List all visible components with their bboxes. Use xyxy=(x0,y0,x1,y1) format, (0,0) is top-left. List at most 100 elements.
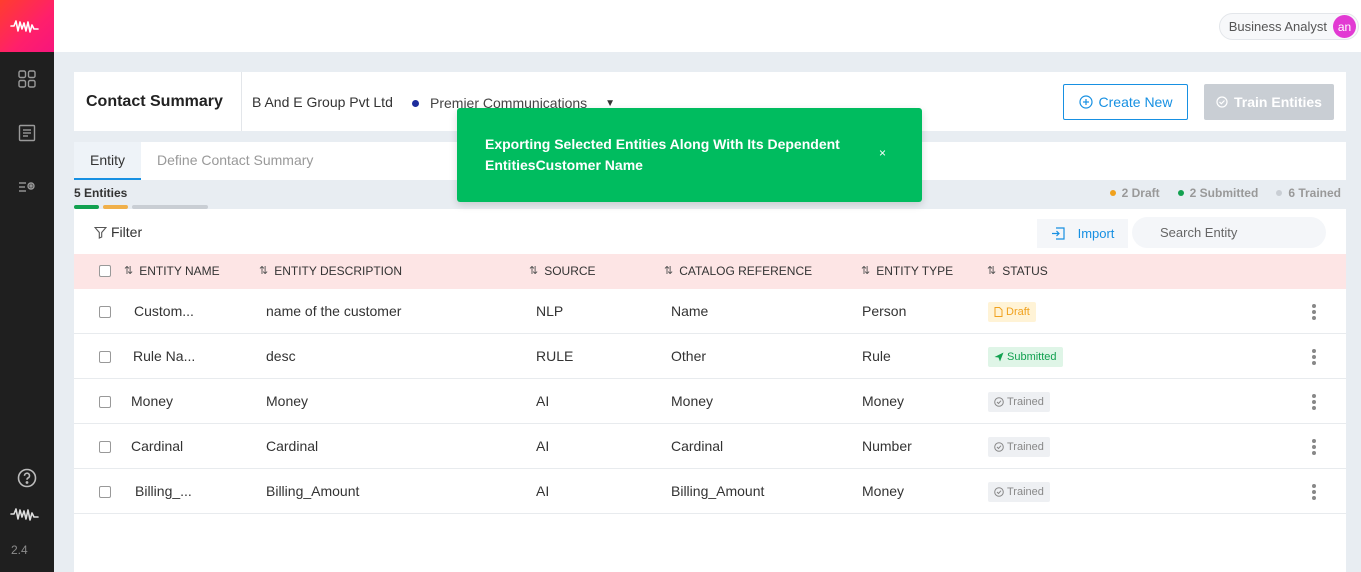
import-button[interactable]: Import xyxy=(1037,219,1128,248)
user-role: Business Analyst xyxy=(1228,19,1327,34)
status-badge: Submitted xyxy=(988,347,1063,367)
chevron-down-icon[interactable]: ▼ xyxy=(605,98,615,109)
train-entities-button[interactable]: Train Entities xyxy=(1204,84,1334,120)
row-checkbox[interactable] xyxy=(99,396,111,408)
cell-catalog: Cardinal xyxy=(671,438,724,454)
col-entity-type[interactable]: ⇅ ENTITY TYPE xyxy=(861,254,953,289)
row-checkbox[interactable] xyxy=(99,351,111,363)
sort-icon: ⇅ xyxy=(259,265,269,277)
cell-entity-name[interactable]: Billing_... xyxy=(135,469,192,514)
company-name: B And E Group Pvt Ltd xyxy=(252,94,393,110)
table-row[interactable]: Rule Na... desc RULE Other Rule Submitte… xyxy=(74,334,1346,379)
cell-catalog: Other xyxy=(671,348,707,364)
col-entity-name-label: ENTITY NAME xyxy=(139,264,220,278)
table-row[interactable]: Money Money AI Money Money Trained xyxy=(74,379,1346,424)
filter-icon xyxy=(94,226,107,239)
help-icon[interactable] xyxy=(0,466,54,490)
dashboard-grid-icon[interactable] xyxy=(0,67,54,91)
table-header: ⇅ ENTITY NAME ⇅ ENTITY DESCRIPTION ⇅ SOURCE… xyxy=(74,254,1346,289)
row-menu-icon[interactable] xyxy=(1307,347,1321,367)
row-menu-icon[interactable] xyxy=(1307,392,1321,412)
toast-message: Exporting Selected Entities Along With I… xyxy=(485,136,840,173)
create-new-label: Create New xyxy=(1098,94,1173,110)
col-source[interactable]: ⇅ SOURCE xyxy=(529,254,596,289)
row-menu-icon[interactable] xyxy=(1307,302,1321,322)
brand-wave-icon xyxy=(0,502,54,526)
table-row[interactable]: Billing_... Billing_Amount AI Billing_Am… xyxy=(74,469,1346,514)
cell-entity-name[interactable]: Cardinal xyxy=(131,424,183,469)
cell-type: Money xyxy=(862,483,905,499)
tab-define-contact-summary[interactable]: Define Contact Summary xyxy=(141,142,329,180)
row-menu-icon[interactable] xyxy=(1307,437,1321,457)
cell-entity-name[interactable]: Custom... xyxy=(134,289,194,334)
cell-source: AI xyxy=(536,393,550,409)
table-row[interactable]: Cardinal Cardinal AI Cardinal Number Tra… xyxy=(74,424,1346,469)
cell-entity-name[interactable]: Rule Na... xyxy=(133,334,195,379)
legend-trained-label: 6 Trained xyxy=(1288,186,1341,200)
sort-icon: ⇅ xyxy=(529,265,539,277)
app-logo-icon[interactable] xyxy=(0,0,54,52)
legend-submitted: 2 Submitted xyxy=(1177,186,1259,200)
avatar[interactable]: an xyxy=(1333,15,1356,38)
status-label: Trained xyxy=(1007,396,1044,408)
row-menu-icon[interactable] xyxy=(1307,482,1321,502)
col-catalog-reference-label: CATALOG REFERENCE xyxy=(679,264,813,278)
status-badge: Trained xyxy=(988,392,1050,412)
status-label: Trained xyxy=(1007,486,1044,498)
legend-trained: 6 Trained xyxy=(1276,186,1341,200)
row-checkbox[interactable] xyxy=(99,441,111,453)
settings-list-icon[interactable] xyxy=(0,175,54,199)
row-checkbox[interactable] xyxy=(99,486,111,498)
check-circle-icon xyxy=(994,397,1004,407)
filter-label: Filter xyxy=(111,224,143,240)
top-bar: Business Analyst an xyxy=(54,0,1361,52)
user-menu[interactable]: Business Analyst an xyxy=(1218,13,1359,40)
search-input[interactable] xyxy=(1132,217,1326,248)
table-row[interactable]: Custom... name of the customer NLP Name … xyxy=(74,289,1346,334)
col-entity-name[interactable]: ⇅ ENTITY NAME xyxy=(124,254,220,289)
cell-source: RULE xyxy=(536,348,574,364)
tab-entity[interactable]: Entity xyxy=(74,142,142,180)
cell-catalog: Money xyxy=(671,393,714,409)
send-icon xyxy=(994,352,1004,362)
cell-type: Money xyxy=(862,393,905,409)
cell-type: Person xyxy=(862,303,907,319)
import-label: Import xyxy=(1077,226,1115,241)
document-icon[interactable] xyxy=(0,121,54,145)
cell-source: AI xyxy=(536,483,550,499)
page-title: Contact Summary xyxy=(86,93,223,110)
cell-catalog: Name xyxy=(671,303,709,319)
create-new-button[interactable]: Create New xyxy=(1063,84,1188,120)
legend-submitted-label: 2 Submitted xyxy=(1189,186,1259,200)
cell-description: Cardinal xyxy=(266,438,319,454)
cell-description: name of the customer xyxy=(266,303,402,319)
plus-circle-icon xyxy=(1078,95,1093,109)
col-status[interactable]: ⇅ STATUS xyxy=(987,254,1048,289)
check-circle-icon xyxy=(1216,96,1228,108)
train-entities-label: Train Entities xyxy=(1234,94,1322,110)
sort-icon: ⇅ xyxy=(124,265,134,277)
app-version: 2.4 xyxy=(11,543,28,557)
cell-entity-name[interactable]: Money xyxy=(131,379,173,424)
cell-source: AI xyxy=(536,438,550,454)
sort-icon: ⇅ xyxy=(861,265,871,277)
row-checkbox[interactable] xyxy=(99,306,111,318)
col-source-label: SOURCE xyxy=(544,264,596,278)
cell-description: desc xyxy=(266,348,296,364)
col-entity-description-label: ENTITY DESCRIPTION xyxy=(274,264,403,278)
cell-source: NLP xyxy=(536,303,564,319)
cell-description: Money xyxy=(266,393,309,409)
status-badge: Trained xyxy=(988,437,1050,457)
status-badge: Trained xyxy=(988,482,1050,502)
close-icon[interactable]: × xyxy=(879,146,886,160)
col-entity-description[interactable]: ⇅ ENTITY DESCRIPTION xyxy=(259,254,402,289)
col-catalog-reference[interactable]: ⇅ CATALOG REFERENCE xyxy=(664,254,812,289)
left-rail: 2.4 xyxy=(0,0,54,572)
legend-draft-label: 2 Draft xyxy=(1121,186,1160,200)
status-label: Trained xyxy=(1007,441,1044,453)
sort-icon: ⇅ xyxy=(987,265,997,277)
select-all-checkbox[interactable] xyxy=(99,265,111,277)
entities-count: 5 Entities xyxy=(74,186,128,200)
check-circle-icon xyxy=(994,487,1004,497)
filter-button[interactable]: Filter xyxy=(94,224,142,240)
